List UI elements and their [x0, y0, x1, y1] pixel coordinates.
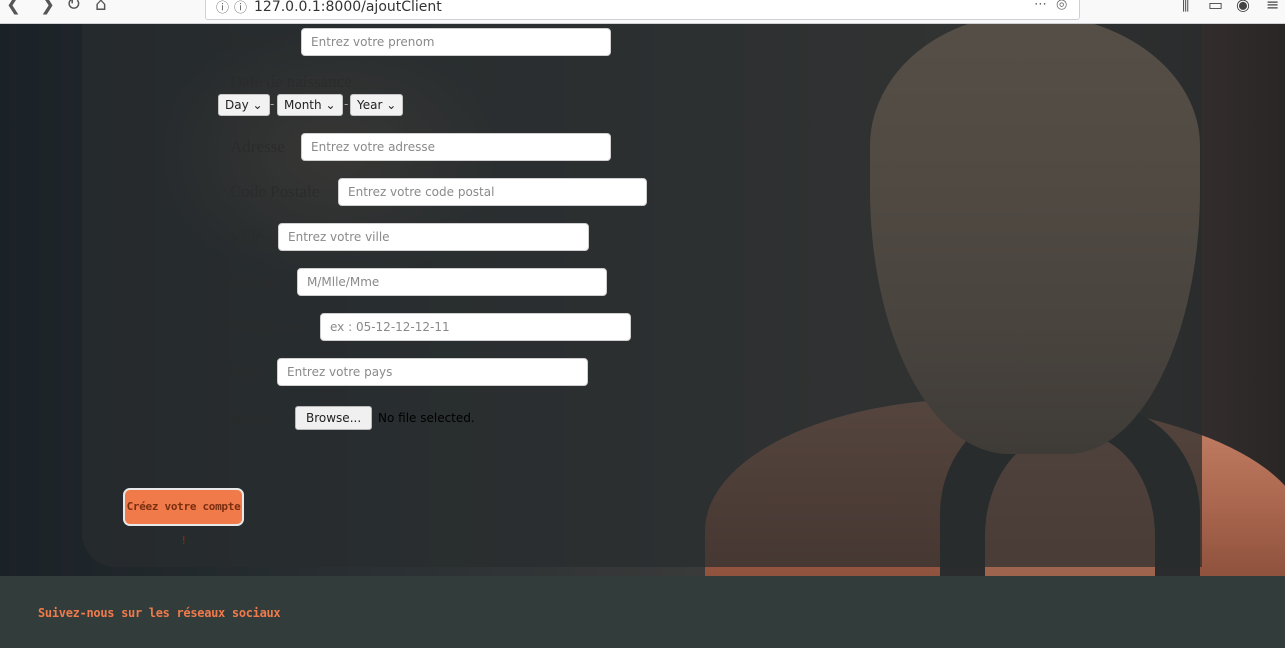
- back-icon[interactable]: ❮: [6, 0, 21, 15]
- footer: Suivez-nous sur les réseaux sociaux: [0, 576, 1285, 648]
- menu-icon[interactable]: ≡: [1266, 0, 1279, 14]
- url-text: 127.0.0.1:8000/ajoutClient: [254, 0, 442, 15]
- day-select-value: Day: [225, 98, 249, 112]
- avatar-file-status: No file selected.: [378, 411, 475, 425]
- ville-label: Ville: [230, 227, 263, 246]
- prenom-label: Prenom: [230, 30, 283, 49]
- avatar-browse-button[interactable]: Browse...: [295, 406, 373, 430]
- pocket-icon[interactable]: ◎: [1056, 0, 1067, 12]
- account-icon[interactable]: ◉: [1236, 0, 1250, 14]
- day-select[interactable]: Day ⌄: [218, 94, 270, 116]
- info-icon[interactable]: ⓘ: [216, 0, 229, 16]
- home-icon[interactable]: ⌂: [95, 0, 106, 15]
- telephone-label: Téléphone: [230, 317, 302, 336]
- code-postal-input[interactable]: [338, 178, 647, 206]
- year-select-value: Year: [357, 98, 383, 112]
- chevron-down-icon: ⌄: [386, 98, 397, 112]
- library-icon[interactable]: ⫼: [1182, 0, 1189, 15]
- civilite-input[interactable]: [297, 268, 607, 296]
- forward-icon[interactable]: ❯: [40, 0, 55, 15]
- chevron-down-icon: ⌄: [325, 98, 336, 112]
- ville-input[interactable]: [278, 223, 589, 251]
- url-bar[interactable]: ⓘ ⓘ 127.0.0.1:8000/ajoutClient ⋯ ◎: [205, 0, 1080, 20]
- pays-input[interactable]: [277, 358, 588, 386]
- date-separator: -: [344, 97, 349, 111]
- year-select[interactable]: Year ⌄: [350, 94, 404, 116]
- pays-label: Pays: [230, 362, 263, 381]
- footer-social-title: Suivez-nous sur les réseaux sociaux: [38, 606, 281, 620]
- month-select[interactable]: Month ⌄: [277, 94, 343, 116]
- civilite-label: Civilité: [230, 272, 281, 291]
- sidebar-icon[interactable]: ▭: [1208, 0, 1223, 14]
- telephone-input[interactable]: [320, 313, 631, 341]
- chevron-down-icon: ⌄: [252, 98, 263, 112]
- month-select-value: Month: [284, 98, 322, 112]
- adresse-label: Adresse: [230, 137, 285, 156]
- avatar-label: Avatar: [230, 408, 275, 427]
- reload-icon[interactable]: ↻: [66, 0, 81, 15]
- create-account-button[interactable]: Créez votre compte !: [123, 488, 244, 547]
- page-actions-icon[interactable]: ⋯: [1034, 0, 1047, 12]
- adresse-input[interactable]: [301, 133, 611, 161]
- site-icon[interactable]: ⓘ: [234, 0, 247, 16]
- prenom-input[interactable]: [301, 28, 611, 56]
- browser-toolbar: ❮ ❯ ↻ ⌂ ⓘ ⓘ 127.0.0.1:8000/ajoutClient ⋯…: [0, 0, 1285, 24]
- date-naissance-label: Date de naissance: [230, 72, 352, 91]
- code-postal-label: Code Postale: [230, 182, 320, 201]
- date-separator: -: [270, 97, 275, 111]
